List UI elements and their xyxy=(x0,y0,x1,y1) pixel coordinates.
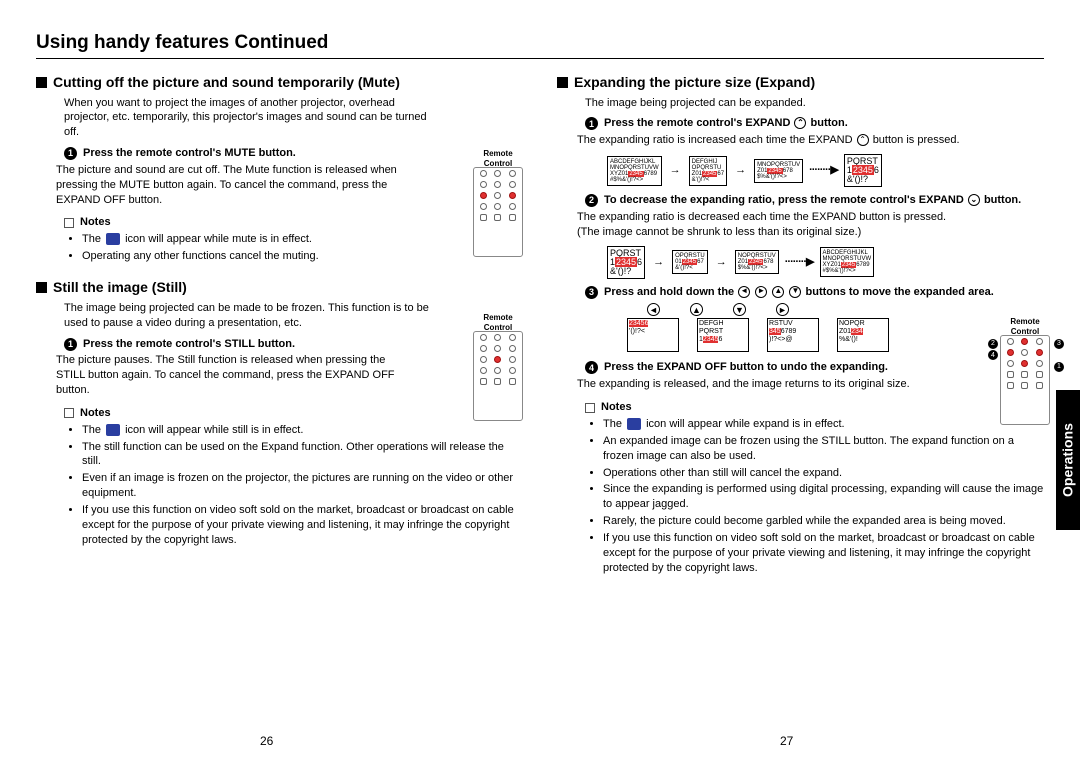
still-note4: If you use this function on video soft s… xyxy=(82,503,523,548)
expand-step1-body: The expanding ratio is increased each ti… xyxy=(577,133,1040,148)
expand-step1a: Press the remote control's EXPAND xyxy=(604,117,790,129)
left-arrow-icon: ◄ xyxy=(647,303,660,316)
expand-step2: 2 To decrease the expanding ratio, press… xyxy=(585,193,1040,208)
mute-section-title: Cutting off the picture and sound tempor… xyxy=(36,73,523,92)
page-number-left: 26 xyxy=(260,733,273,749)
still-notes-head: Notes xyxy=(64,406,523,421)
still-note1b: icon will appear while still is in effec… xyxy=(125,424,303,436)
mute-step1: 1 Press the remote control's MUTE button… xyxy=(64,146,519,161)
exp-note6: If you use this function on video soft s… xyxy=(603,531,1044,576)
still-step1-body: The picture pauses. The Still function i… xyxy=(56,353,416,398)
expand-zoom-increase-diagram: ABCDEFGHIJKLMNOPQRSTUVWXYZ0123456789#$%&… xyxy=(607,154,1044,187)
expand-step3b: buttons to move the expanded area. xyxy=(806,286,994,298)
expand-notes-head: Notes xyxy=(585,400,1044,415)
step-number-icon: 1 xyxy=(64,147,77,160)
remote-diagram-2 xyxy=(473,331,523,421)
down-arrow-icon: ▼ xyxy=(733,303,746,316)
still-step1: 1 Press the remote control's STILL butto… xyxy=(64,337,519,352)
still-status-icon xyxy=(106,424,120,436)
step-number-icon: 4 xyxy=(585,361,598,374)
down-arrow-icon: ⌄ xyxy=(968,194,980,206)
remote-callouts-r: 3 1 xyxy=(1054,337,1064,372)
bullet-square-icon xyxy=(36,77,47,88)
still-notes-label: Notes xyxy=(80,406,111,421)
mute-note1a: The xyxy=(82,233,101,245)
bullet-square-icon xyxy=(36,282,47,293)
mute-notes-list: The icon will appear while mute is in ef… xyxy=(82,232,523,264)
expand-step3: 3 Press and hold down the ◄ ► ▲ ▼ button… xyxy=(585,285,1040,300)
remote-callouts: 2 4 xyxy=(988,337,998,361)
expand-step4-label: Press the EXPAND OFF button to undo the … xyxy=(604,360,888,375)
title-rule xyxy=(36,58,1044,59)
expand-status-icon xyxy=(627,418,641,430)
up-arrow-icon: ⌃ xyxy=(794,117,806,129)
up-arrow-icon: ▲ xyxy=(772,286,784,298)
up-arrow-icon: ⌃ xyxy=(857,134,869,146)
expand-step2-body: The expanding ratio is decreased each ti… xyxy=(577,210,967,240)
right-arrow-icon: ► xyxy=(776,303,789,316)
expand-zoom-decrease-diagram: PQRST123456&'()!? OPQRSTU01234567&'()!?<… xyxy=(607,246,1044,279)
page-number-right: 27 xyxy=(780,733,793,749)
mute-notes-label: Notes xyxy=(80,215,111,230)
exp-note5: Rarely, the picture could become garbled… xyxy=(603,514,1044,529)
step-number-icon: 1 xyxy=(585,117,598,130)
expand-section-title: Expanding the picture size (Expand) xyxy=(557,73,1044,92)
page-title: Using handy features Continued xyxy=(36,30,1044,56)
expand-notes-label: Notes xyxy=(601,400,632,415)
expand-notes-list: The icon will appear while expand is in … xyxy=(603,417,1044,575)
mute-note1b: icon will appear while mute is in effect… xyxy=(125,233,312,245)
still-note3: Even if an image is frozen on the projec… xyxy=(82,471,523,501)
mute-title-text: Cutting off the picture and sound tempor… xyxy=(53,73,400,92)
exp-note1b: icon will appear while expand is in effe… xyxy=(646,418,845,430)
still-title-text: Still the image (Still) xyxy=(53,278,187,297)
still-notes-list: The icon will appear while still is in e… xyxy=(82,423,523,548)
expand-step1b: button. xyxy=(811,117,848,129)
expand-step1: 1 Press the remote control's EXPAND ⌃ bu… xyxy=(585,116,1040,131)
notes-square-icon xyxy=(585,403,595,413)
still-intro: The image being projected can be made to… xyxy=(64,301,444,331)
step-number-icon: 2 xyxy=(585,194,598,207)
still-note1a: The xyxy=(82,424,101,436)
remote-diagram-3 xyxy=(1000,335,1050,425)
expand-intro: The image being projected can be expande… xyxy=(585,96,1040,111)
still-note2: The still function can be used on the Ex… xyxy=(82,440,523,470)
mute-step1-body: The picture and sound are cut off. The M… xyxy=(56,163,406,208)
bullet-square-icon xyxy=(557,77,568,88)
notes-square-icon xyxy=(64,218,74,228)
expand-step3a: Press and hold down the xyxy=(604,286,734,298)
expand-title-text: Expanding the picture size (Expand) xyxy=(574,73,815,92)
mute-note2: Operating any other functions cancel the… xyxy=(82,249,523,264)
mute-status-icon xyxy=(106,233,120,245)
expand-step2a: To decrease the expanding ratio, press t… xyxy=(604,194,964,206)
still-section-title: Still the image (Still) xyxy=(36,278,523,297)
exp-note3: Operations other than still will cancel … xyxy=(603,466,1044,481)
expand-step2b: button. xyxy=(984,194,1021,206)
expand-step4-body: The expanding is released, and the image… xyxy=(577,377,1040,392)
down-arrow-icon: ▼ xyxy=(789,286,801,298)
exp-note2: An expanded image can be frozen using th… xyxy=(603,434,1044,464)
right-arrow-icon: ► xyxy=(755,286,767,298)
step-number-icon: 3 xyxy=(585,286,598,299)
remote-diagram-1 xyxy=(473,167,523,257)
notes-square-icon xyxy=(64,408,74,418)
left-column: Cutting off the picture and sound tempor… xyxy=(36,69,523,578)
side-tab-operations: Operations xyxy=(1056,390,1080,530)
right-column: Expanding the picture size (Expand) The … xyxy=(557,69,1044,578)
exp-note4: Since the expanding is performed using d… xyxy=(603,482,1044,512)
mute-step1-label: Press the remote control's MUTE button. xyxy=(83,146,296,161)
mute-notes-head: Notes xyxy=(64,215,523,230)
direction-result-boxes: 23456'()!?< DEFGHPQRST123456 RSTUV345678… xyxy=(627,318,1044,352)
left-arrow-icon: ◄ xyxy=(738,286,750,298)
direction-buttons-row: ◄ ▲ ▼ ► xyxy=(647,303,1044,316)
mute-intro: When you want to project the images of a… xyxy=(64,96,434,141)
still-step1-label: Press the remote control's STILL button. xyxy=(83,337,295,352)
step-number-icon: 1 xyxy=(64,338,77,351)
exp-note1a: The xyxy=(603,418,622,430)
up-arrow-icon: ▲ xyxy=(690,303,703,316)
expand-step4: 4 Press the EXPAND OFF button to undo th… xyxy=(585,360,1040,375)
